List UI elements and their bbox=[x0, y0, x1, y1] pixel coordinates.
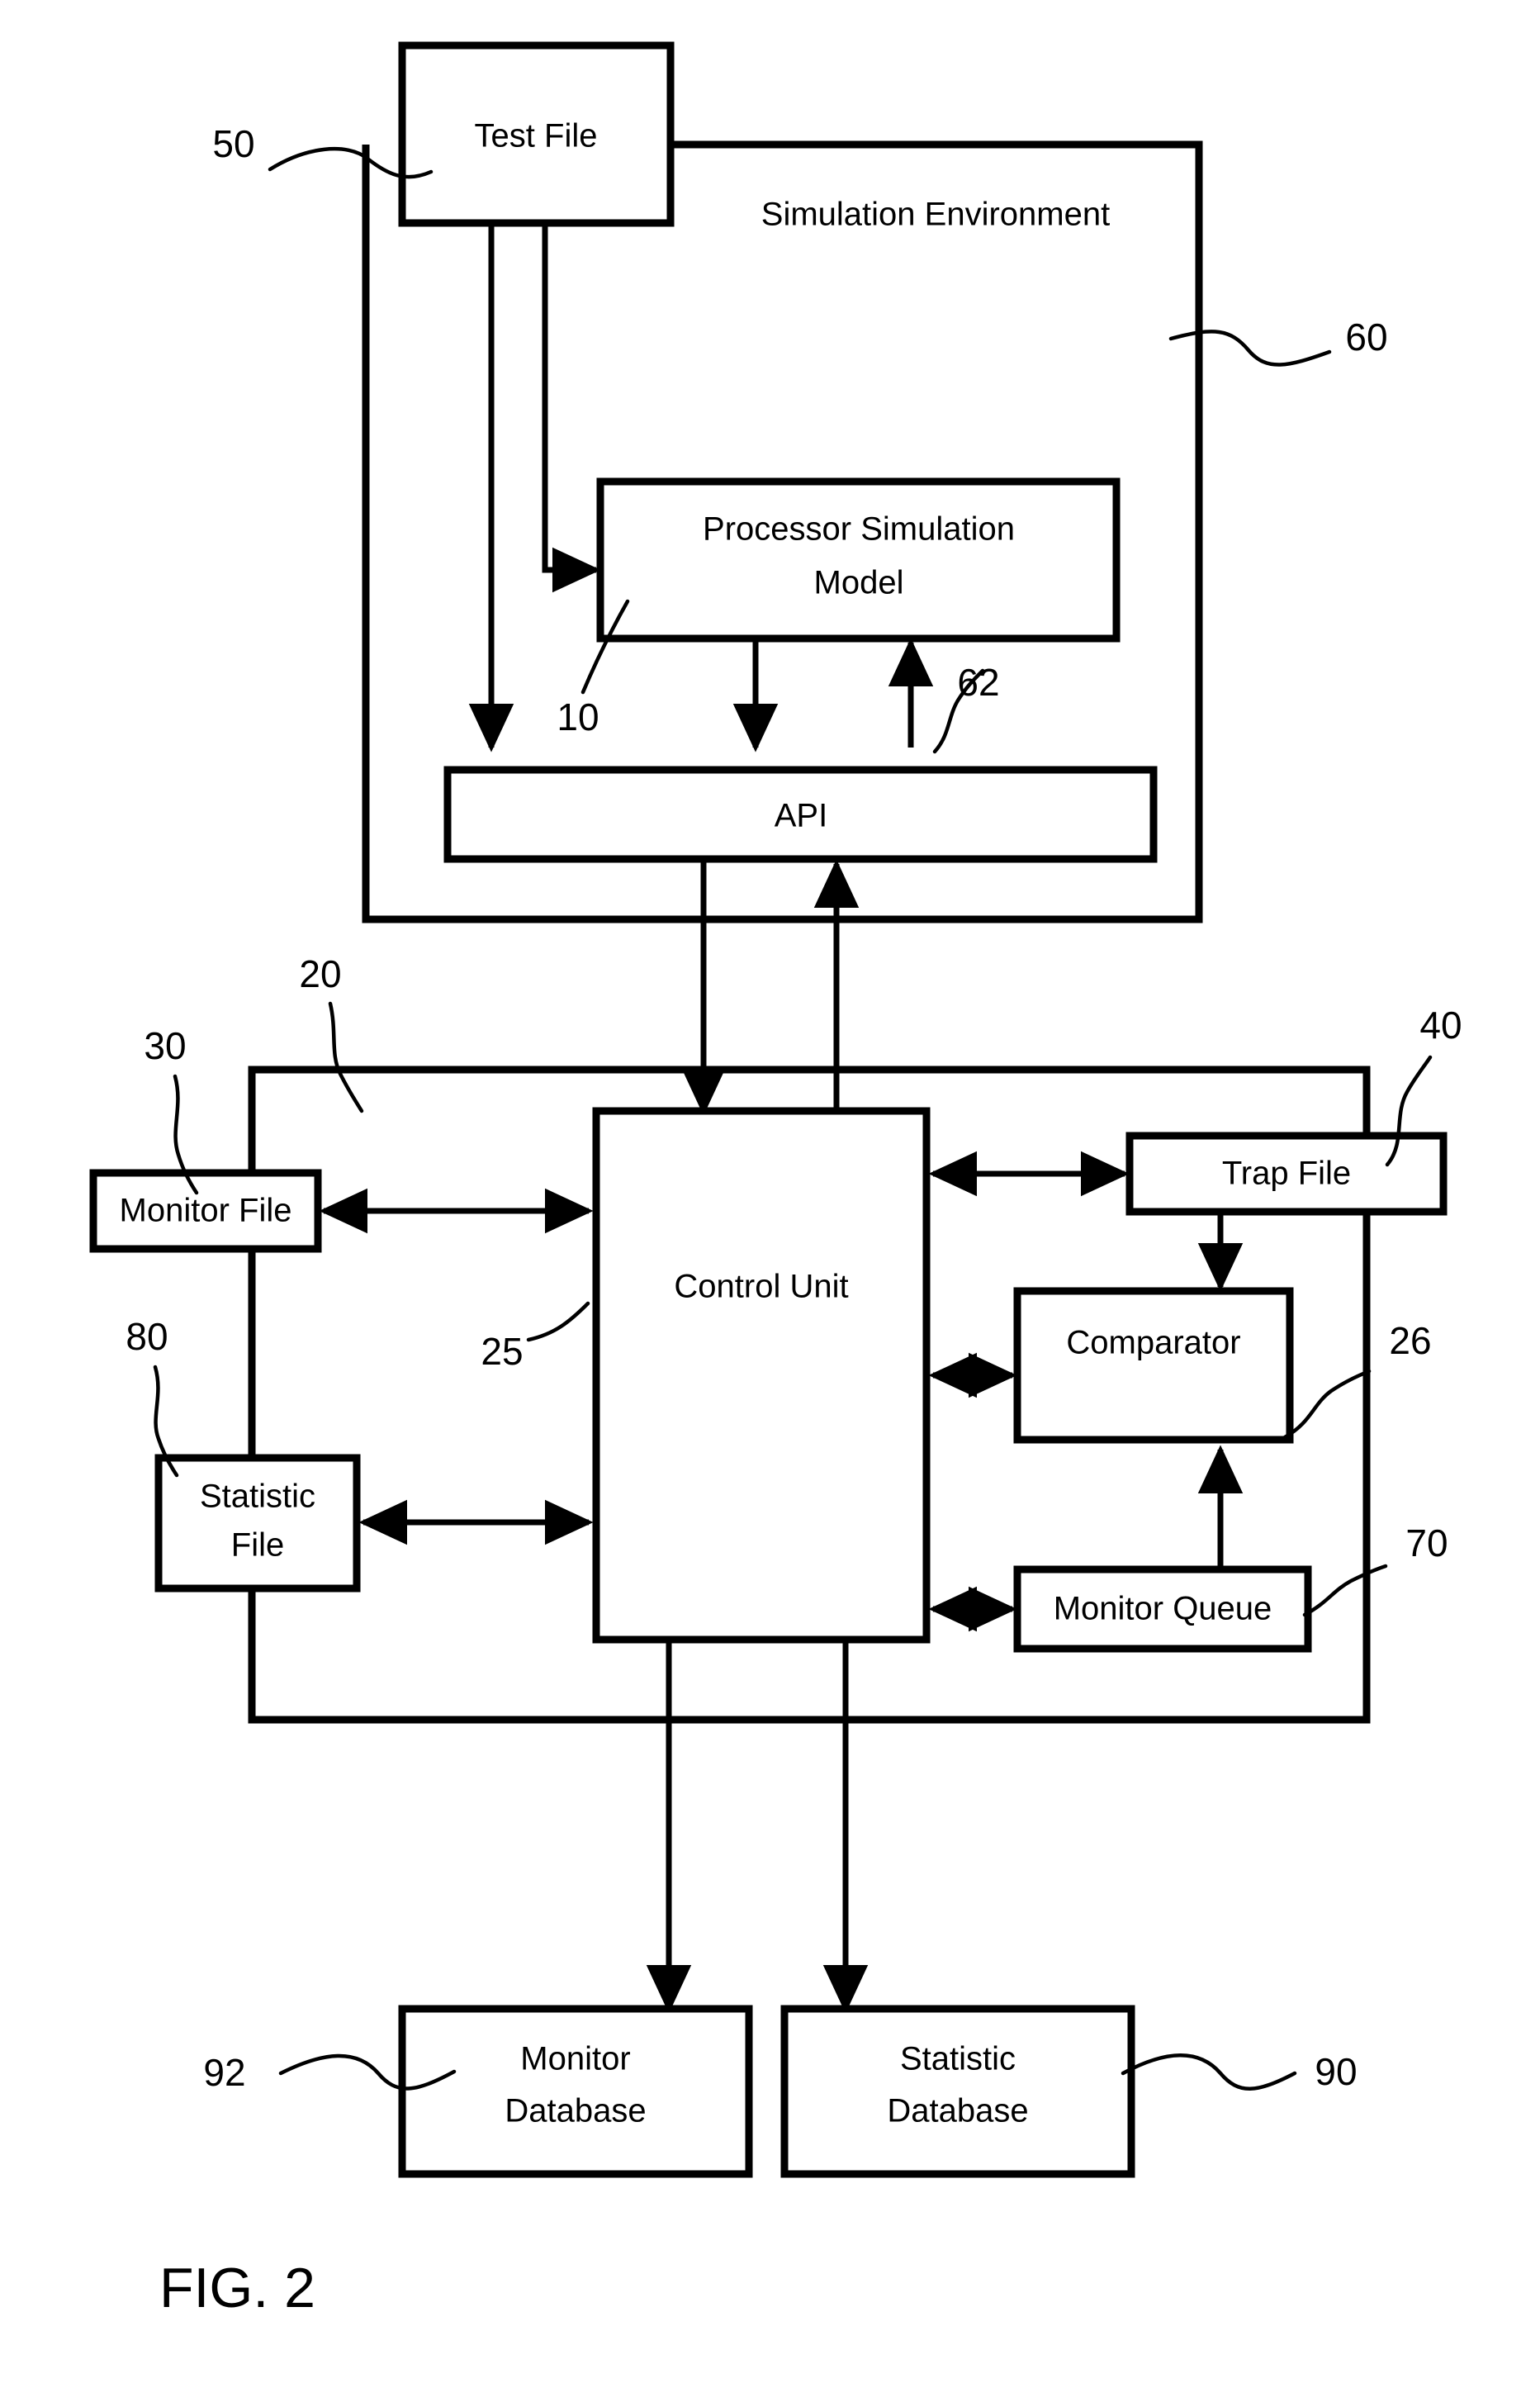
monitor-file-label: Monitor File bbox=[120, 1193, 292, 1229]
monitor-database-label-line1: Monitor bbox=[520, 2041, 630, 2077]
trap-file-label: Trap File bbox=[1222, 1156, 1351, 1192]
ref-62-group: 62 bbox=[932, 661, 1000, 754]
monitor-database-label-line2: Database bbox=[505, 2093, 646, 2129]
ref-number-25: 25 bbox=[481, 1330, 523, 1373]
monitor-queue-block[interactable]: Monitor Queue 70 bbox=[1013, 1521, 1448, 1653]
ref-25-leader bbox=[526, 1301, 590, 1342]
statistic-database-label-line1: Statistic bbox=[900, 2041, 1016, 2077]
ref-number-70: 70 bbox=[1405, 1521, 1448, 1564]
statistic-database-block[interactable]: Statistic Database 90 bbox=[780, 2005, 1358, 2178]
figure-caption: FIG. 2 bbox=[159, 2257, 315, 2319]
comparator-box[interactable] bbox=[1013, 1287, 1294, 1444]
statistic-file-label-line1: Statistic bbox=[200, 1479, 315, 1515]
ref-number-40: 40 bbox=[1419, 1004, 1462, 1047]
ref-number-20: 20 bbox=[299, 952, 341, 995]
statistic-file-block[interactable]: Statistic File 80 bbox=[126, 1315, 361, 1593]
monitor-file-block[interactable]: Monitor File 30 bbox=[89, 1024, 322, 1253]
monitor-database-block[interactable]: Monitor Database 92 bbox=[203, 2005, 753, 2178]
statistic-database-box[interactable] bbox=[780, 2005, 1135, 2178]
ref-number-92: 92 bbox=[203, 2051, 245, 2094]
ref-number-50: 50 bbox=[212, 122, 254, 165]
ref-20-leader bbox=[328, 1001, 364, 1113]
ref-number-60: 60 bbox=[1345, 316, 1387, 358]
ref-number-30: 30 bbox=[144, 1024, 186, 1067]
processor-simulation-model-label-line1: Processor Simulation bbox=[703, 511, 1015, 548]
processor-simulation-model-box[interactable] bbox=[596, 477, 1121, 643]
ref-70-leader bbox=[1302, 1564, 1388, 1617]
trap-file-block[interactable]: Trap File 40 bbox=[1125, 1004, 1462, 1216]
statistic-file-label-line2: File bbox=[231, 1527, 284, 1564]
monitor-queue-label: Monitor Queue bbox=[1054, 1591, 1272, 1627]
ref-number-90: 90 bbox=[1315, 2050, 1357, 2093]
ref-26-leader bbox=[1282, 1369, 1372, 1440]
api-block[interactable]: API bbox=[443, 766, 1158, 863]
patent-figure: Simulation Environment 60 Test File 50 P… bbox=[0, 0, 1540, 2383]
processor-simulation-model-block[interactable]: Processor Simulation Model 10 bbox=[557, 477, 1121, 738]
comparator-label: Comparator bbox=[1066, 1325, 1240, 1361]
api-label: API bbox=[775, 798, 827, 834]
statistic-database-label-line2: Database bbox=[887, 2093, 1028, 2129]
test-file-label: Test File bbox=[475, 118, 598, 154]
ref-90-leader bbox=[1121, 2053, 1297, 2091]
monitor-database-box[interactable] bbox=[398, 2005, 753, 2178]
diagram-canvas: Simulation Environment 60 Test File 50 P… bbox=[89, 41, 1462, 2319]
control-unit-label: Control Unit bbox=[674, 1269, 848, 1305]
ref-number-10: 10 bbox=[557, 695, 599, 738]
control-unit-block[interactable]: Control Unit 25 bbox=[481, 1107, 931, 1644]
simulation-environment-label: Simulation Environment bbox=[761, 197, 1110, 233]
ref-60-leader bbox=[1168, 330, 1332, 367]
ref-number-62: 62 bbox=[957, 661, 999, 704]
control-unit-box[interactable] bbox=[592, 1107, 931, 1644]
processor-simulation-model-label-line2: Model bbox=[814, 565, 904, 601]
ref-number-26: 26 bbox=[1389, 1319, 1431, 1362]
test-file-block[interactable]: Test File 50 bbox=[212, 41, 675, 227]
test-file-to-psm-connector bbox=[542, 223, 601, 593]
ref-number-80: 80 bbox=[126, 1315, 168, 1358]
